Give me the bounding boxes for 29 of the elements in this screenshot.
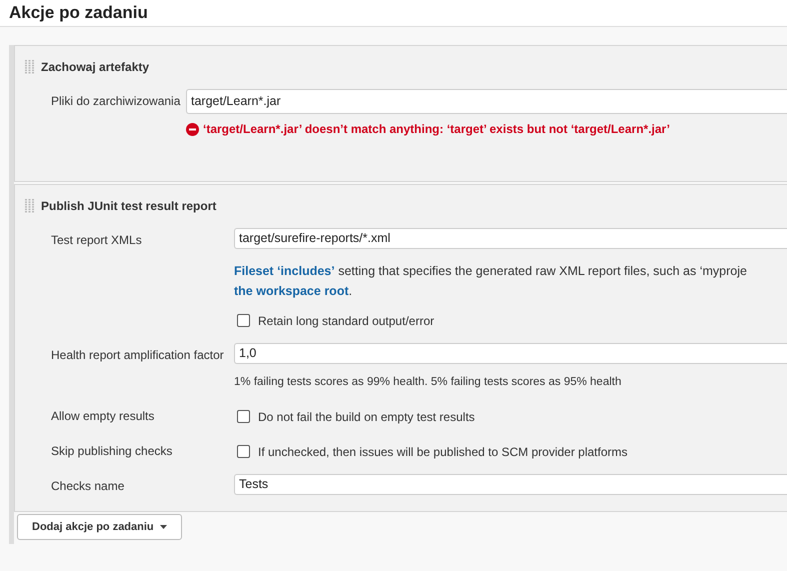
field-label: Test report XMLs: [50, 232, 143, 249]
checkbox[interactable]: [237, 410, 250, 424]
drag-handle-icon[interactable]: [25, 60, 35, 74]
help-note: 1% failing tests scores as 99% health. 5% failing tests scores as 95% health: [234, 374, 622, 390]
field-label: Checks name: [50, 478, 126, 495]
fileset-link[interactable]: Fileset ‘includes’: [234, 264, 335, 278]
text-field[interactable]: 1,0: [234, 342, 787, 364]
checkbox-label: If unchecked, then issues will be published to SCM provider platforms: [258, 444, 628, 461]
checkbox[interactable]: [237, 314, 250, 328]
error-icon: [186, 122, 199, 136]
section-title: Zachowaj artefakty: [41, 59, 150, 76]
caret-icon: [160, 524, 167, 529]
checkbox-label: Do not fail the build on empty test results: [258, 408, 475, 426]
page-title: Akcje po zadaniu: [9, 2, 148, 24]
field-label: Health report amplification factor: [50, 346, 225, 364]
workspace-link[interactable]: the workspace root: [234, 284, 349, 298]
text-field[interactable]: target/Learn*.jar: [186, 89, 787, 114]
checkbox-label: Retain long standard output/error: [258, 312, 434, 330]
checkbox[interactable]: [237, 445, 250, 458]
section-title: Publish JUnit test result report: [41, 198, 216, 215]
field-label: Allow empty results: [50, 408, 156, 425]
error-message: ‘target/Learn*.jar’ doesn’t match anything: ‘target’ exists but not ‘target/Learn*.jar’: [203, 121, 670, 138]
help-text: Fileset ‘includes’ setting that specifies the generated raw XML report files, such as ‘myproje the workspace root.: [234, 262, 748, 300]
text-field[interactable]: target/surefire-reports/*.xml: [234, 228, 787, 249]
field-label: Pliki do zarchiwizowania: [50, 93, 182, 110]
drag-handle-icon[interactable]: [25, 199, 35, 213]
add-action-button[interactable]: Dodaj akcje po zadaniu: [17, 514, 182, 540]
field-label: Skip publishing checks: [50, 442, 174, 460]
text-field[interactable]: Tests: [234, 474, 787, 495]
